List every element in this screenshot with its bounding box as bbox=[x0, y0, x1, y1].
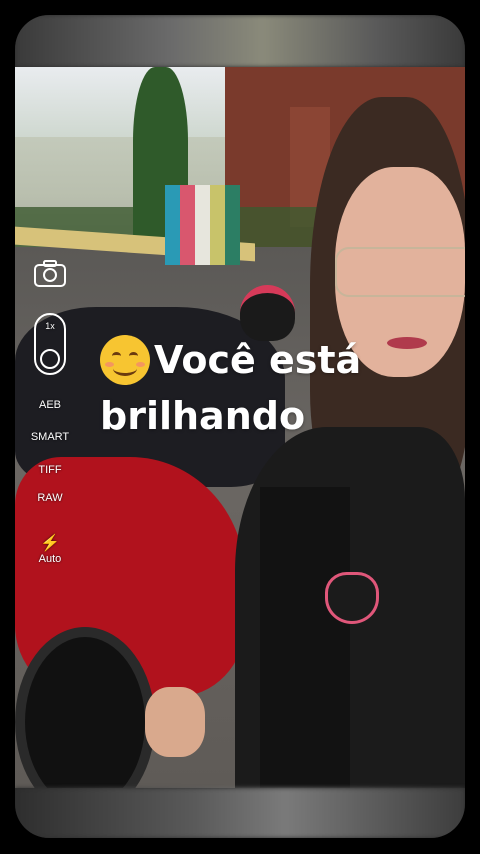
aeb-toggle[interactable]: AEB bbox=[30, 399, 70, 411]
tiff-label: TIFF bbox=[38, 464, 62, 476]
overlay-caption[interactable]: Você está brilhando bbox=[100, 332, 400, 444]
camera-icon bbox=[34, 260, 66, 287]
zoom-control[interactable]: 1x bbox=[33, 313, 67, 375]
camera-switch-button[interactable] bbox=[33, 258, 67, 288]
emoji-smile bbox=[113, 361, 137, 376]
blurred-bottom-band bbox=[15, 788, 465, 838]
emoji-eye bbox=[112, 351, 121, 360]
emoji-eye bbox=[129, 351, 138, 360]
arm bbox=[145, 687, 205, 757]
raw-label: RAW bbox=[37, 492, 63, 504]
zoom-handle-icon[interactable] bbox=[40, 349, 60, 369]
flash-label: Auto bbox=[38, 553, 62, 565]
smart-toggle[interactable]: SMART bbox=[24, 431, 76, 443]
heart-patch bbox=[325, 572, 379, 624]
zoom-slider[interactable]: 1x bbox=[34, 313, 66, 375]
flash-button[interactable]: ⚡ Auto bbox=[30, 535, 70, 565]
caption-text-2: brilhando bbox=[100, 394, 306, 438]
zoom-label: 1x bbox=[45, 321, 55, 331]
caption-text-1: Você está bbox=[154, 338, 362, 382]
caption-line-1: Você está bbox=[100, 332, 400, 388]
format-toggle[interactable]: TIFF RAW bbox=[28, 463, 72, 505]
emoji-blush bbox=[136, 361, 145, 367]
smiling-face-emoji bbox=[100, 334, 150, 385]
blurred-top-band bbox=[15, 15, 465, 67]
flash-icon: ⚡ bbox=[40, 535, 60, 552]
t-shirt bbox=[260, 487, 350, 788]
glasses bbox=[335, 247, 465, 297]
